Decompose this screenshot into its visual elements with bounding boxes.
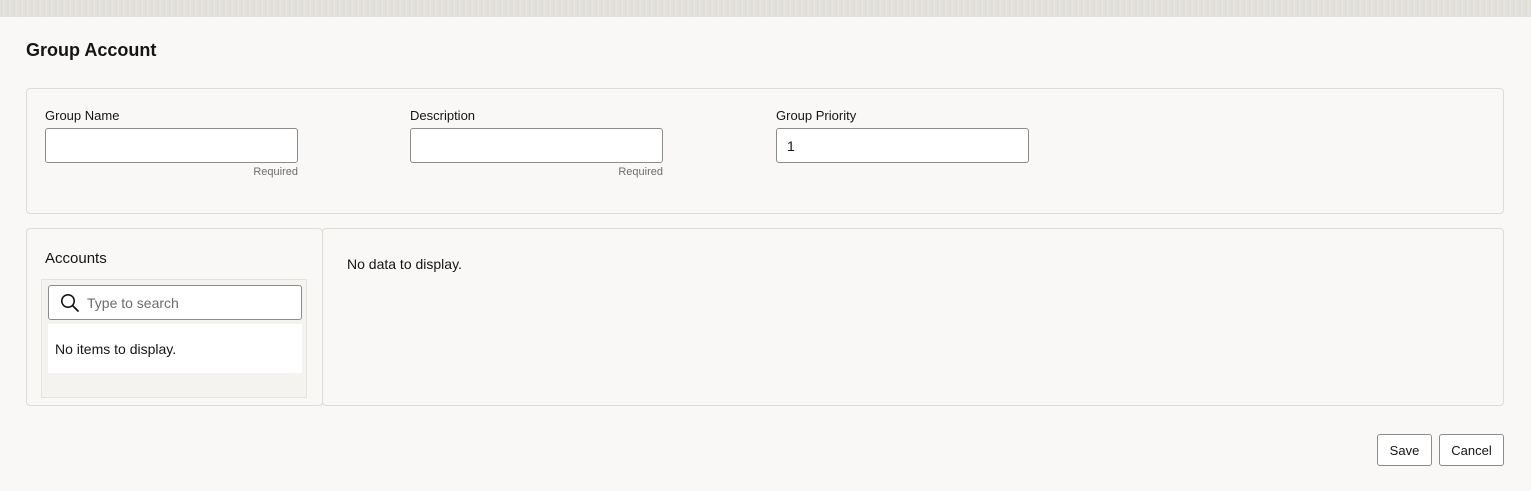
account-detail-panel: No data to display. — [322, 228, 1504, 406]
accounts-title: Accounts — [45, 250, 107, 267]
group-priority-input[interactable] — [776, 128, 1029, 163]
accounts-empty-list: No items to display. — [48, 324, 302, 373]
accounts-list-container: No items to display. — [41, 279, 307, 398]
no-data-message: No data to display. — [347, 256, 462, 272]
accounts-search-input[interactable] — [87, 286, 297, 319]
save-button[interactable]: Save — [1377, 434, 1432, 466]
description-required-hint: Required — [618, 166, 663, 178]
accounts-panel: Accounts No items to display. — [26, 228, 323, 406]
description-label: Description — [410, 108, 476, 123]
group-name-required-hint: Required — [253, 166, 298, 178]
group-priority-label: Group Priority — [776, 108, 857, 123]
cancel-button[interactable]: Cancel — [1439, 434, 1504, 466]
page-title: Group Account — [26, 40, 157, 60]
group-name-label: Group Name — [45, 108, 120, 123]
group-name-input[interactable] — [45, 128, 298, 163]
top-banner — [0, 0, 1531, 17]
accounts-search-box[interactable] — [48, 285, 302, 320]
accounts-empty-text: No items to display. — [55, 341, 177, 357]
description-input[interactable] — [410, 128, 663, 163]
search-icon — [60, 293, 80, 313]
group-form-panel: Group Name Required Description Required… — [26, 88, 1504, 214]
